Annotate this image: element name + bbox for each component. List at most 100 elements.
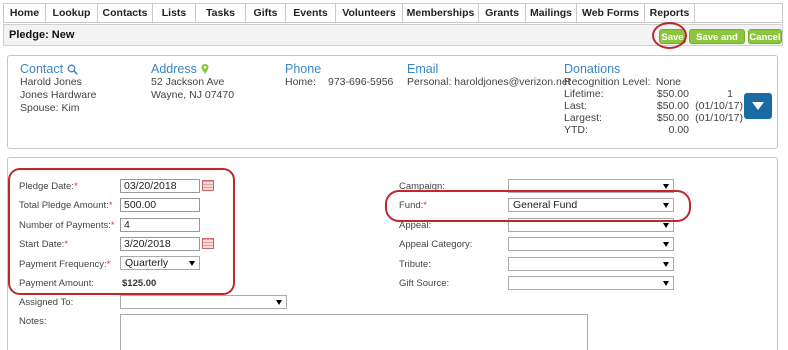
donations-heading: Donations xyxy=(564,62,621,76)
donation-label: Largest: xyxy=(564,112,602,124)
phone-heading: Phone xyxy=(285,62,322,76)
nav-web-forms[interactable]: Web Forms xyxy=(577,4,645,22)
page-header: Pledge: New Save Save and Exit Cancel xyxy=(3,24,783,58)
payment-frequency-select[interactable]: Quarterly xyxy=(120,256,200,270)
assigned-to-select[interactable] xyxy=(120,295,287,309)
expand-dropdown-button[interactable] xyxy=(744,93,772,119)
chevron-down-icon xyxy=(663,281,669,286)
donation-amount: $50.00 xyxy=(656,100,689,112)
gift-source-label: Gift Source: xyxy=(399,278,450,289)
donations-column: Donations Recognition Level: None Lifeti… xyxy=(564,62,743,136)
notes-textarea[interactable] xyxy=(120,314,588,350)
phone-number: 973-696-5956 xyxy=(328,76,394,88)
tribute-label: Tribute: xyxy=(399,259,431,270)
nav-grants[interactable]: Grants xyxy=(479,4,526,22)
chevron-down-icon xyxy=(663,184,669,189)
nav-reports[interactable]: Reports xyxy=(645,4,695,22)
phone-type: Home: xyxy=(285,76,316,88)
nav-contacts[interactable]: Contacts xyxy=(98,4,153,22)
contact-heading: Contact xyxy=(20,62,64,76)
payment-amount-label: Payment Amount: xyxy=(19,278,94,289)
main-nav: Home Lookup Contacts Lists Tasks Gifts E… xyxy=(3,3,783,23)
save-and-exit-button[interactable]: Save and Exit xyxy=(689,29,745,58)
donation-extra: (01/10/17) xyxy=(695,100,743,112)
chevron-down-icon xyxy=(189,261,195,266)
start-date-input[interactable] xyxy=(120,237,200,251)
chevron-down-icon xyxy=(663,203,669,208)
address-line2: Wayne, NJ 07470 xyxy=(151,89,235,101)
donation-label: Last: xyxy=(564,100,587,112)
pledge-date-input[interactable] xyxy=(120,179,200,193)
donation-label: Recognition Level: xyxy=(564,76,651,88)
nav-events[interactable]: Events xyxy=(286,4,336,22)
notes-label: Notes: xyxy=(19,316,47,327)
pledge-date-label: Pledge Date:* xyxy=(19,181,78,192)
map-pin-icon[interactable] xyxy=(201,64,209,74)
campaign-label: Campaign: xyxy=(399,181,445,192)
nav-home[interactable]: Home xyxy=(4,4,46,22)
contact-summary-panel: Contact Harold Jones Jones Hardware Spou… xyxy=(7,55,778,149)
donation-row: YTD: 0.00 xyxy=(564,124,743,136)
donation-amount: $50.00 xyxy=(656,112,689,124)
tribute-select[interactable] xyxy=(508,257,674,271)
nav-tasks[interactable]: Tasks xyxy=(196,4,246,22)
payment-amount-value: $125.00 xyxy=(122,278,157,289)
fund-value: General Fund xyxy=(513,199,578,211)
address-heading-row: Address xyxy=(151,62,234,76)
appeal-category-label: Appeal Category: xyxy=(399,239,473,250)
calendar-icon[interactable] xyxy=(202,180,214,191)
contact-name: Harold Jones xyxy=(20,76,82,88)
calendar-icon[interactable] xyxy=(202,238,214,249)
nav-gifts[interactable]: Gifts xyxy=(246,4,286,22)
donation-extra: (01/10/17) xyxy=(695,112,743,124)
phone-column: Phone Home: 973-696-5956 xyxy=(285,62,393,88)
donation-label: Lifetime: xyxy=(564,88,604,100)
save-button[interactable]: Save xyxy=(659,29,686,44)
start-date-label: Start Date:* xyxy=(19,239,69,250)
number-of-payments-label: Number of Payments:* xyxy=(19,220,115,231)
chevron-down-icon xyxy=(276,300,282,305)
donation-extra: 1 xyxy=(727,88,733,100)
contact-company: Jones Hardware xyxy=(20,89,97,101)
contact-heading-row: Contact xyxy=(20,62,96,76)
chevron-down-icon xyxy=(663,223,669,228)
email-value: Personal: haroldjones@verizon.net xyxy=(407,76,571,88)
address-heading: Address xyxy=(151,62,197,76)
gift-source-select[interactable] xyxy=(508,276,674,290)
cancel-button[interactable]: Cancel xyxy=(748,29,782,44)
total-pledge-amount-label: Total Pledge Amount:* xyxy=(19,200,113,211)
nav-memberships[interactable]: Memberships xyxy=(403,4,479,22)
pledge-form: Pledge Date:* Total Pledge Amount:* Numb… xyxy=(7,157,778,350)
appeal-label: Appeal: xyxy=(399,220,432,231)
contact-spouse: Spouse: Kim xyxy=(20,102,80,114)
appeal-category-select[interactable] xyxy=(508,237,674,251)
payment-frequency-label: Payment Frequency:* xyxy=(19,259,111,270)
donation-amount: None xyxy=(655,76,681,88)
appeal-select[interactable] xyxy=(508,218,674,232)
fund-label: Fund:* xyxy=(399,200,427,211)
chevron-down-icon xyxy=(663,242,669,247)
nav-lookup[interactable]: Lookup xyxy=(46,4,98,22)
number-of-payments-input[interactable] xyxy=(120,218,200,232)
contact-column: Contact Harold Jones Jones Hardware Spou… xyxy=(20,62,96,115)
payment-frequency-value: Quarterly xyxy=(125,257,169,269)
donation-row: Lifetime: $50.00 1 xyxy=(564,88,743,100)
chevron-down-icon xyxy=(663,262,669,267)
nav-lists[interactable]: Lists xyxy=(153,4,196,22)
campaign-select[interactable] xyxy=(508,179,674,193)
donation-label: YTD: xyxy=(564,124,588,136)
total-pledge-amount-input[interactable] xyxy=(120,198,200,212)
nav-mailings[interactable]: Mailings xyxy=(526,4,577,22)
address-column: Address 52 Jackson Ave Wayne, NJ 07470 xyxy=(151,62,234,102)
donation-amount: $50.00 xyxy=(656,88,689,100)
email-heading: Email xyxy=(407,62,439,76)
donation-row: Last: $50.00 (01/10/17) xyxy=(564,100,743,112)
assigned-to-label: Assigned To: xyxy=(19,297,74,308)
search-icon[interactable] xyxy=(67,64,78,75)
page-title: Pledge: New xyxy=(9,29,75,41)
email-column: Email Personal: haroldjones@verizon.net xyxy=(407,62,571,89)
nav-volunteers[interactable]: Volunteers xyxy=(336,4,403,22)
donation-amount: 0.00 xyxy=(668,124,689,136)
donation-row: Recognition Level: None xyxy=(564,76,743,88)
fund-select[interactable]: General Fund xyxy=(508,198,674,212)
